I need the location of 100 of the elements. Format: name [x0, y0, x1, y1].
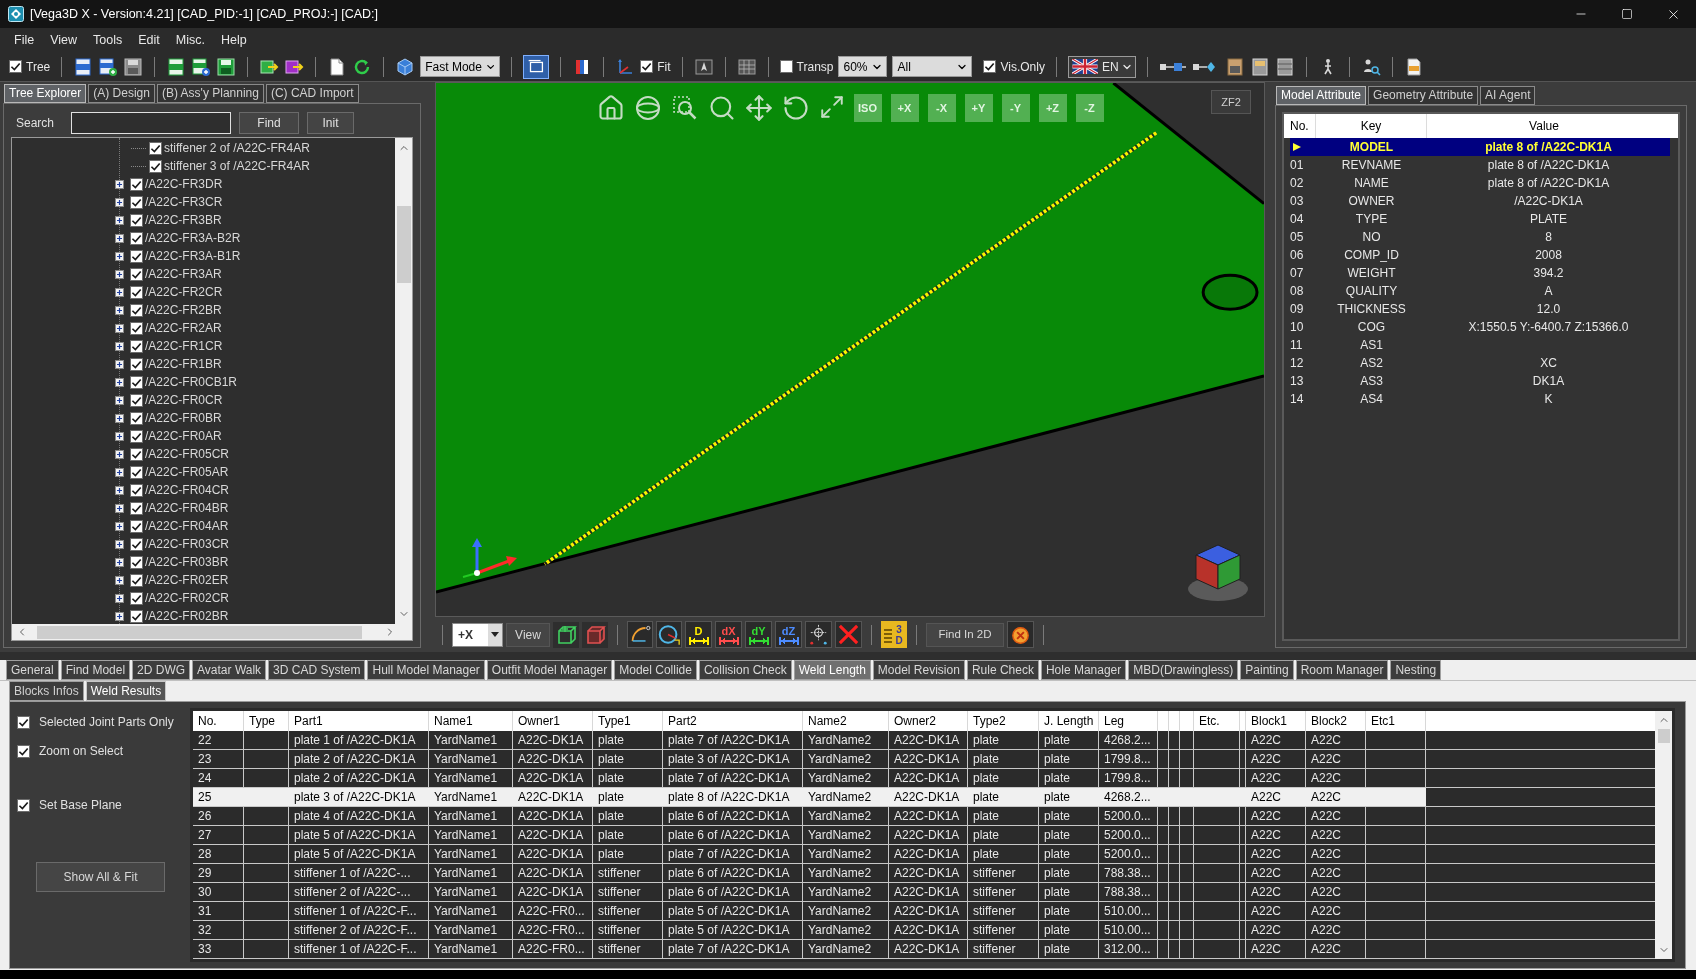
- tree-item[interactable]: /A22C-FR04CR: [145, 481, 230, 499]
- tree-item[interactable]: /A22C-FR3DR: [145, 175, 223, 193]
- tree-item[interactable]: /A22C-FR0BR: [145, 409, 222, 427]
- horizontal-scrollbar[interactable]: [12, 624, 412, 640]
- checkbox[interactable]: [130, 339, 143, 353]
- tab[interactable]: Hole Manager: [1040, 660, 1127, 680]
- attribute-row[interactable]: 13 AS3 DK1A: [1290, 372, 1670, 390]
- checkbox[interactable]: [130, 519, 143, 533]
- window-icon[interactable]: [523, 54, 550, 79]
- tab[interactable]: Model Revision: [872, 660, 965, 680]
- checkbox[interactable]: [130, 393, 143, 407]
- grid-icon[interactable]: [736, 56, 757, 77]
- menu-item[interactable]: Help: [212, 30, 255, 50]
- plus-box-icon[interactable]: [115, 521, 124, 531]
- radius-icon[interactable]: [656, 621, 682, 648]
- tab[interactable]: MBD(Drawingless): [1128, 660, 1239, 680]
- tree-item[interactable]: /A22C-FR1BR: [145, 355, 222, 373]
- tab[interactable]: AI Agent: [1480, 86, 1536, 105]
- checkbox[interactable]: [779, 60, 793, 73]
- checkbox[interactable]: [130, 231, 143, 245]
- vertical-scrollbar[interactable]: [395, 138, 412, 624]
- checkbox[interactable]: [149, 141, 162, 155]
- checkbox[interactable]: [640, 60, 654, 73]
- delete-icon[interactable]: [835, 621, 862, 648]
- attribute-row[interactable]: 11 AS1: [1290, 336, 1670, 354]
- checkbox[interactable]: [130, 321, 143, 335]
- plus-box-icon[interactable]: [115, 233, 124, 243]
- checkbox[interactable]: [130, 267, 143, 281]
- tab[interactable]: Geometry Attribute: [1368, 86, 1479, 105]
- tree-item[interactable]: /A22C-FR03BR: [145, 553, 229, 571]
- layout-icon[interactable]: [1274, 56, 1295, 77]
- tab[interactable]: Tree Explorer: [4, 84, 87, 103]
- cube-outline-icon[interactable]: [553, 621, 579, 648]
- checkbox[interactable]: [17, 798, 30, 812]
- tab[interactable]: 2D DWG: [132, 660, 191, 680]
- scrollbar-thumb[interactable]: [37, 625, 362, 639]
- plus-box-icon[interactable]: [115, 593, 124, 603]
- attribute-row[interactable]: 02 NAME plate 8 of /A22C-DK1A: [1290, 174, 1670, 192]
- checkbox[interactable]: [130, 429, 143, 443]
- plus-box-icon[interactable]: [115, 287, 124, 297]
- plus-box-icon[interactable]: [115, 323, 124, 333]
- tab[interactable]: Blocks Infos: [9, 681, 84, 701]
- tab[interactable]: Weld Length: [793, 660, 871, 680]
- checkbox[interactable]: [983, 60, 997, 73]
- checkbox[interactable]: [17, 744, 30, 758]
- column-header[interactable]: Value: [1427, 114, 1661, 138]
- tree-item[interactable]: /A22C-FR02BR: [145, 607, 229, 624]
- tree-item[interactable]: stiffener 3 of /A22C-FR4AR: [164, 157, 310, 175]
- zoom-window-icon[interactable]: [670, 94, 699, 122]
- plus-box-icon[interactable]: [115, 557, 124, 567]
- tree-item[interactable]: /A22C-FR3A-B1R: [145, 247, 241, 265]
- plus-box-icon[interactable]: [115, 305, 124, 315]
- attribute-row[interactable]: 05 NO 8: [1290, 228, 1670, 246]
- tab[interactable]: Collision Check: [698, 660, 792, 680]
- search-field[interactable]: [71, 111, 231, 134]
- tree-item[interactable]: /A22C-FR0CR: [145, 391, 223, 409]
- attribute-row[interactable]: 01 REVNAME plate 8 of /A22C-DK1A: [1290, 156, 1670, 174]
- tab[interactable]: Outfit Model Manager: [486, 660, 613, 680]
- menu-item[interactable]: File: [6, 30, 43, 50]
- plus-box-icon[interactable]: [115, 377, 124, 387]
- menu-item[interactable]: Edit: [130, 30, 168, 50]
- attribute-row[interactable]: 04 TYPE PLATE: [1290, 210, 1670, 228]
- language-dropdown[interactable]: EN: [1067, 55, 1136, 78]
- layout-icon[interactable]: [1249, 56, 1270, 77]
- attribute-row[interactable]: 09 THICKNESS 12.0: [1290, 300, 1670, 318]
- report-button[interactable]: 3D: [881, 621, 907, 648]
- cancel-icon[interactable]: [1007, 621, 1034, 648]
- tree-item[interactable]: /A22C-FR02CR: [145, 589, 230, 607]
- tree-item[interactable]: /A22C-FR03CR: [145, 535, 230, 553]
- tab[interactable]: General: [6, 660, 59, 680]
- tab[interactable]: Room Manager: [1295, 660, 1389, 680]
- tab[interactable]: Find Model: [60, 660, 131, 680]
- attribute-row[interactable]: 12 AS2 XC: [1290, 354, 1670, 372]
- rotate-icon[interactable]: [781, 94, 810, 122]
- tree-item[interactable]: /A22C-FR2CR: [145, 283, 223, 301]
- view-direction-dropdown[interactable]: +X: [452, 622, 503, 647]
- menu-item[interactable]: Tools: [85, 30, 131, 50]
- checkbox[interactable]: [130, 447, 143, 461]
- crosshair-icon[interactable]: [805, 621, 832, 648]
- plus-box-icon[interactable]: [115, 269, 124, 279]
- checkbox[interactable]: [130, 609, 143, 623]
- attribute-row[interactable]: 07 WEIGHT 394.2: [1290, 264, 1670, 282]
- opacity-dropdown[interactable]: 60%: [838, 56, 888, 77]
- tree-item[interactable]: /A22C-FR3CR: [145, 193, 223, 211]
- attribute-row[interactable]: 14 AS4 K: [1290, 390, 1670, 408]
- plus-box-icon[interactable]: [115, 431, 124, 441]
- tree-item[interactable]: /A22C-FR2AR: [145, 319, 222, 337]
- checkbox[interactable]: [9, 60, 22, 73]
- tab[interactable]: (B) Ass'y Planning: [156, 84, 264, 103]
- tree-item[interactable]: /A22C-FR1CR: [145, 337, 223, 355]
- checkbox[interactable]: [130, 213, 143, 227]
- tab[interactable]: (C) CAD Import: [265, 84, 359, 103]
- tree-item[interactable]: /A22C-FR02ER: [145, 571, 229, 589]
- checkbox[interactable]: [130, 483, 143, 497]
- zoom-factor-button[interactable]: ZF2: [1211, 90, 1251, 114]
- filter-dropdown[interactable]: All: [892, 56, 973, 77]
- menu-item[interactable]: Misc.: [167, 30, 213, 50]
- tab[interactable]: Weld Results: [85, 681, 167, 701]
- attribute-row[interactable]: 08 QUALITY A: [1290, 282, 1670, 300]
- dimension-button[interactable]: dZ: [775, 621, 802, 648]
